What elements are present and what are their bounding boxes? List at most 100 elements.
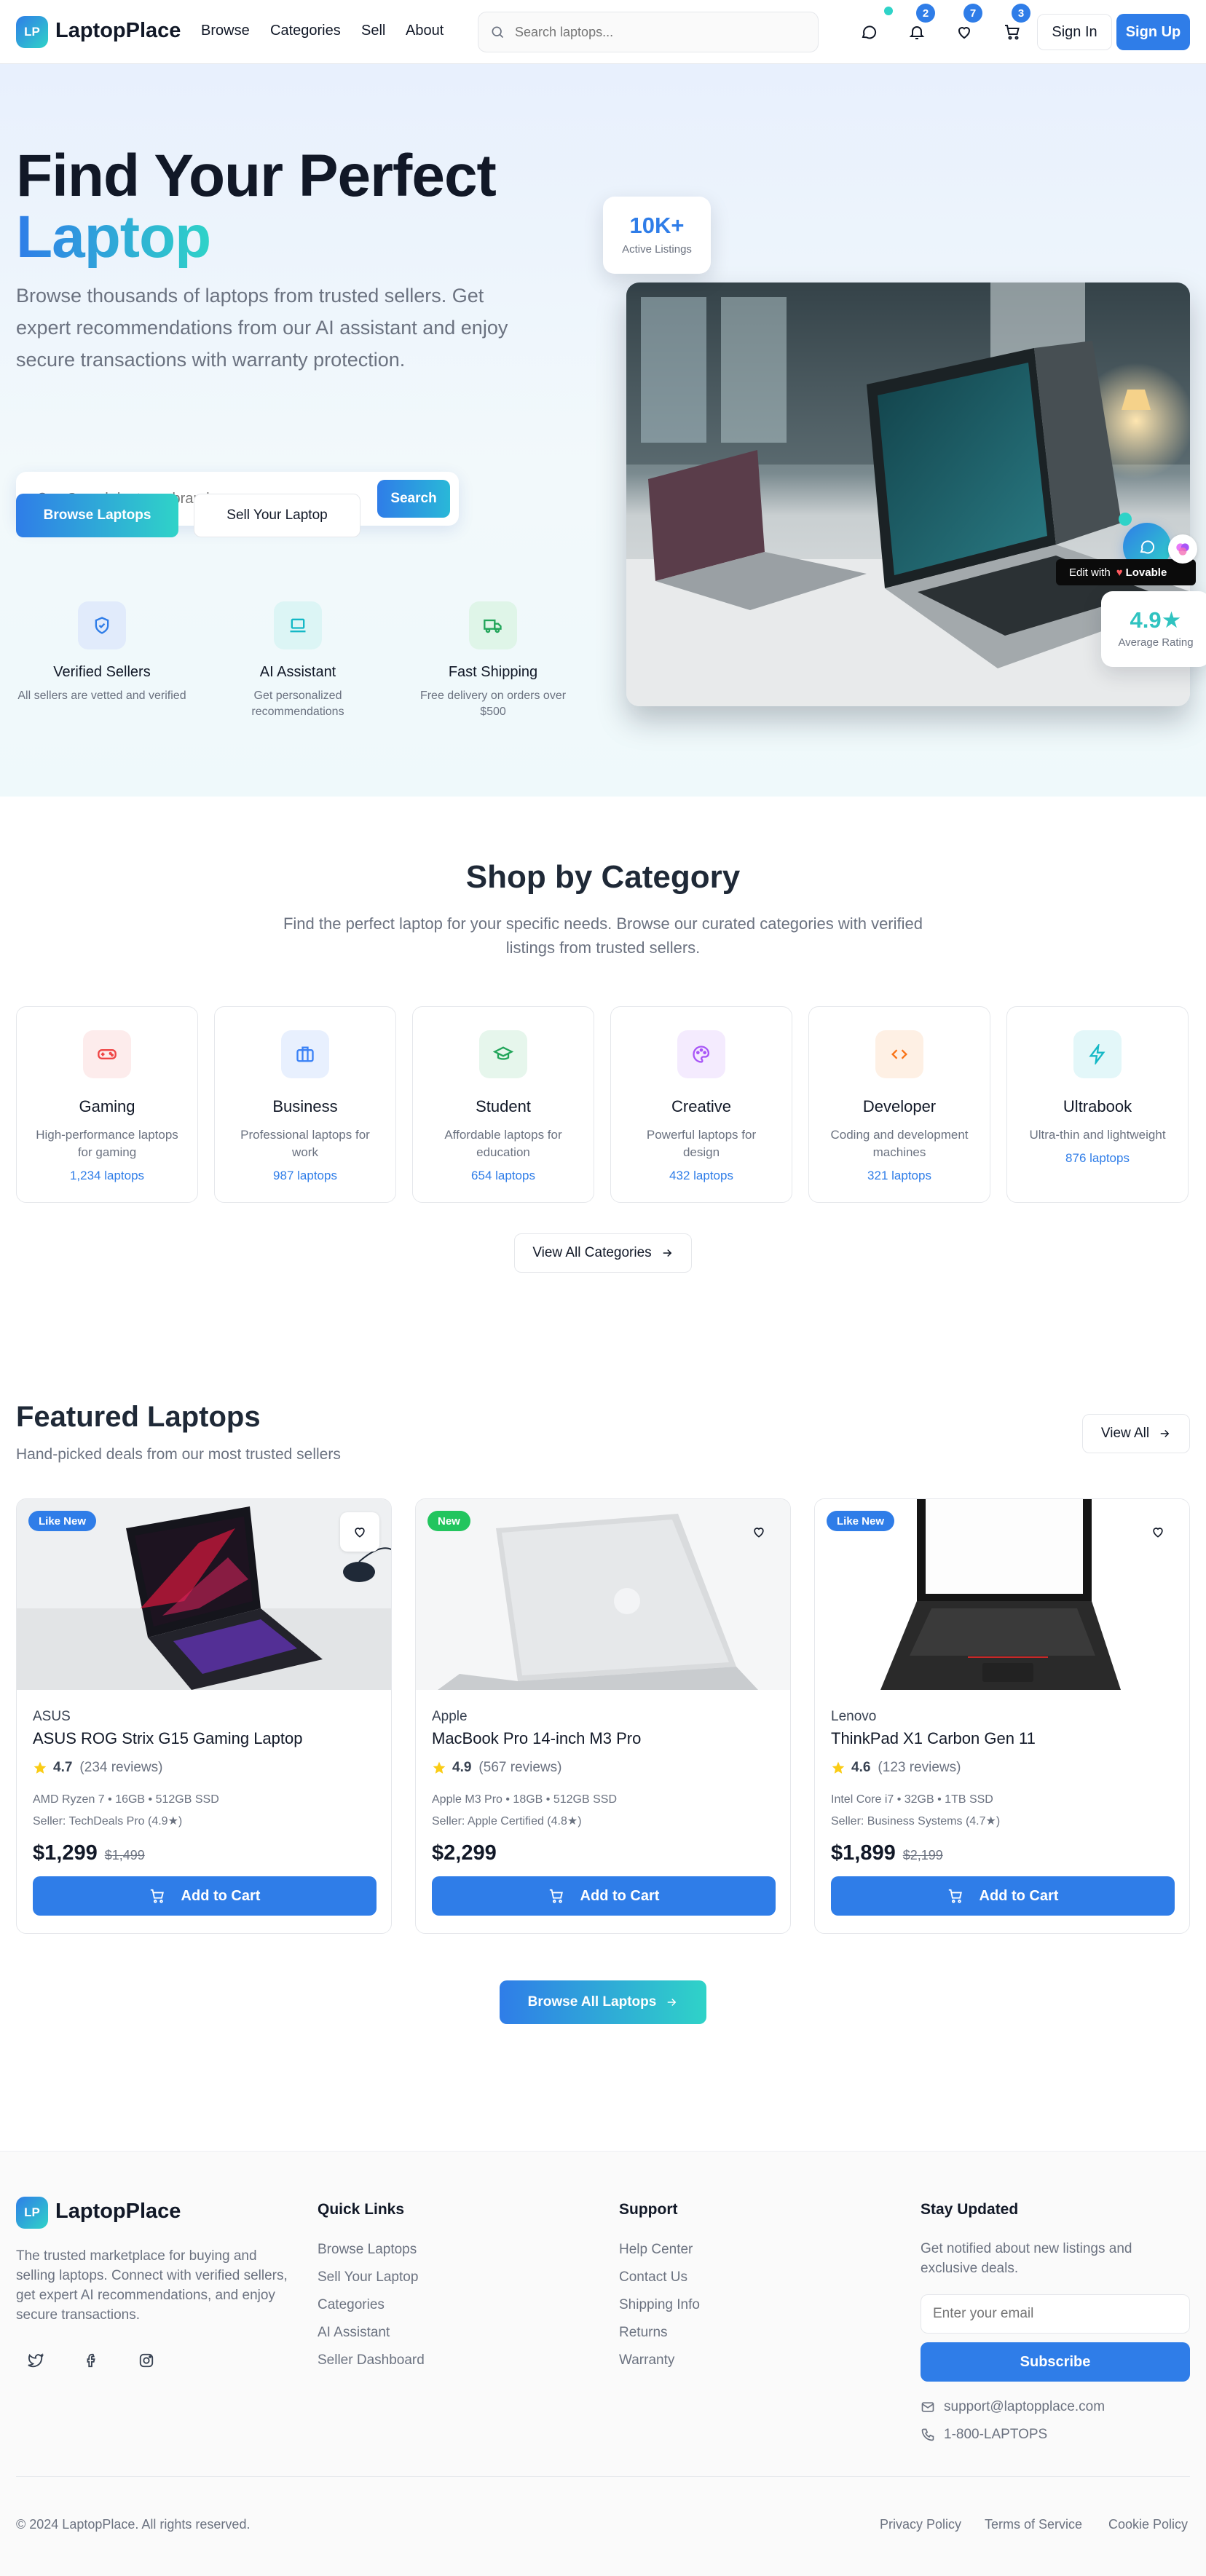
product-card-macbook[interactable]: New Apple MacBook Pro 14-inch M3 Pro 4.9… xyxy=(415,1498,791,1934)
brain-widget[interactable] xyxy=(1168,534,1197,564)
footer-link-warranty[interactable]: Warranty xyxy=(619,2352,674,2368)
browse-all-laptops-button[interactable]: Browse All Laptops xyxy=(500,1980,706,2024)
view-all-categories-button[interactable]: View All Categories xyxy=(514,1233,692,1273)
average-rating-label: Average Rating xyxy=(1118,636,1194,649)
wishlist-toggle[interactable] xyxy=(739,1512,779,1552)
cookie-policy-link[interactable]: Cookie Policy xyxy=(1108,2517,1188,2532)
product-rating: 4.6 (123 reviews) xyxy=(831,1760,961,1776)
star-icon xyxy=(831,1761,846,1775)
footer-link-browse[interactable]: Browse Laptops xyxy=(318,2242,417,2258)
nav-categories[interactable]: Categories xyxy=(270,23,341,39)
wishlist-toggle[interactable] xyxy=(1138,1512,1178,1552)
footer-link-shipping[interactable]: Shipping Info xyxy=(619,2297,700,2313)
category-card-creative[interactable]: Creative Powerful laptops for design 432… xyxy=(610,1006,792,1203)
newsletter-text: Get notified about new listings and excl… xyxy=(921,2241,1132,2276)
add-to-cart-label: Add to Cart xyxy=(580,1887,660,1904)
product-price: $1,899 xyxy=(831,1841,896,1865)
contact-phone[interactable]: 1-800-LAPTOPS xyxy=(921,2427,1047,2443)
footer-link-help[interactable]: Help Center xyxy=(619,2242,693,2258)
cart-icon xyxy=(149,1888,165,1904)
terms-link[interactable]: Terms of Service xyxy=(985,2517,1082,2532)
category-desc: Powerful laptops for design xyxy=(646,1128,757,1159)
featured-title: Featured Laptops xyxy=(16,1401,261,1433)
product-brand: ASUS xyxy=(33,1709,71,1724)
mail-icon xyxy=(921,2400,935,2414)
nav-about[interactable]: About xyxy=(406,23,444,39)
gamepad-icon xyxy=(83,1030,131,1078)
category-name: Ultrabook xyxy=(1063,1097,1132,1115)
footer-link-sell[interactable]: Sell Your Laptop xyxy=(318,2269,418,2285)
category-card-ultrabook[interactable]: Ultrabook Ultra-thin and lightweight 876… xyxy=(1006,1006,1189,1203)
cart-icon xyxy=(947,1888,963,1904)
newsletter-title: Stay Updated xyxy=(921,2201,1019,2218)
add-to-cart-button[interactable]: Add to Cart xyxy=(33,1876,377,1916)
active-listings-card: 10K+ Active Listings xyxy=(603,197,711,274)
feature-desc: Get personalized recommendations xyxy=(251,690,344,718)
notifications-button[interactable]: 2 xyxy=(904,4,935,44)
arrow-right-icon xyxy=(661,1246,674,1260)
category-card-developer[interactable]: Developer Coding and development machine… xyxy=(808,1006,990,1203)
privacy-policy-link[interactable]: Privacy Policy xyxy=(880,2517,961,2532)
product-seller: Seller: TechDeals Pro (4.9★) xyxy=(33,1815,183,1828)
hero-search-button[interactable]: Search xyxy=(377,480,450,518)
heart-icon xyxy=(752,1525,766,1539)
newsletter-email-input[interactable] xyxy=(921,2294,1190,2334)
footer-link-contact[interactable]: Contact Us xyxy=(619,2269,687,2285)
category-count: 432 laptops xyxy=(669,1169,733,1182)
header-search[interactable] xyxy=(478,12,819,52)
category-desc: Coding and development machines xyxy=(830,1128,969,1159)
instagram-link[interactable] xyxy=(131,2345,162,2376)
average-rating-value: 4.9★ xyxy=(1130,607,1182,633)
add-to-cart-button[interactable]: Add to Cart xyxy=(831,1876,1175,1916)
chat-button[interactable] xyxy=(856,7,893,44)
facebook-link[interactable] xyxy=(76,2345,106,2376)
product-card-thinkpad[interactable]: Like New Lenovo ThinkPad X1 Carbon Gen 1… xyxy=(814,1498,1190,1934)
quick-links-title: Quick Links xyxy=(318,2201,405,2218)
logo-text[interactable]: LaptopPlace xyxy=(55,19,181,43)
footer-link-ai-assistant[interactable]: AI Assistant xyxy=(318,2325,390,2341)
browse-laptops-button[interactable]: Browse Laptops xyxy=(16,494,178,537)
product-old-price: $2,199 xyxy=(902,1848,943,1862)
categories-title: Shop by Category xyxy=(465,859,741,895)
logo-badge[interactable]: LP xyxy=(16,16,48,48)
product-old-price: $1,499 xyxy=(104,1848,145,1862)
footer: LP LaptopPlace The trusted marketplace f… xyxy=(0,2151,1206,2576)
online-dot xyxy=(1119,513,1132,526)
wishlist-button[interactable]: 7 xyxy=(952,4,982,44)
nav-sell[interactable]: Sell xyxy=(361,23,385,39)
category-card-student[interactable]: Student Affordable laptops for education… xyxy=(412,1006,594,1203)
footer-link-categories[interactable]: Categories xyxy=(318,2297,385,2313)
category-count: 654 laptops xyxy=(471,1169,535,1182)
add-to-cart-button[interactable]: Add to Cart xyxy=(432,1876,776,1916)
cart-button[interactable]: 3 xyxy=(1000,4,1030,44)
sell-laptop-button[interactable]: Sell Your Laptop xyxy=(194,494,360,537)
sign-up-button[interactable]: Sign Up xyxy=(1116,14,1190,50)
edit-with-lovable-badge[interactable]: Edit with ♥ Lovable xyxy=(1056,559,1196,585)
footer-link-seller-dashboard[interactable]: Seller Dashboard xyxy=(318,2352,425,2368)
footer-logo-badge[interactable]: LP xyxy=(16,2197,48,2229)
lovable-label: Lovable xyxy=(1125,566,1167,579)
twitter-link[interactable] xyxy=(20,2345,51,2376)
footer-link-returns[interactable]: Returns xyxy=(619,2325,668,2341)
sign-in-button[interactable]: Sign In xyxy=(1037,14,1112,50)
laptop-icon xyxy=(274,601,322,649)
product-card-asus[interactable]: Like New ASUS ASUS ROG Strix G15 Gaming … xyxy=(16,1498,392,1934)
wishlist-toggle[interactable] xyxy=(340,1512,379,1552)
product-rating: 4.7 (234 reviews) xyxy=(33,1760,162,1776)
category-desc: Professional laptops for work xyxy=(240,1128,370,1159)
message-icon xyxy=(1138,538,1156,556)
top-navbar: LP LaptopPlace Browse Categories Sell Ab… xyxy=(0,0,1206,64)
view-all-button[interactable]: View All xyxy=(1082,1414,1190,1453)
active-listings-value: 10K+ xyxy=(629,213,685,238)
product-rating: 4.9 (567 reviews) xyxy=(432,1760,561,1776)
shield-icon xyxy=(78,601,126,649)
search-input[interactable] xyxy=(515,24,792,40)
featured-subtitle: Hand-picked deals from our most trusted … xyxy=(16,1446,341,1463)
category-card-business[interactable]: Business Professional laptops for work 9… xyxy=(214,1006,396,1203)
contact-email[interactable]: support@laptopplace.com xyxy=(921,2399,1105,2415)
footer-logo-text[interactable]: LaptopPlace xyxy=(55,2200,181,2224)
condition-badge: Like New xyxy=(827,1511,895,1531)
category-card-gaming[interactable]: Gaming High-performance laptops for gami… xyxy=(16,1006,198,1203)
nav-browse[interactable]: Browse xyxy=(201,23,250,39)
subscribe-button[interactable]: Subscribe xyxy=(921,2342,1190,2382)
